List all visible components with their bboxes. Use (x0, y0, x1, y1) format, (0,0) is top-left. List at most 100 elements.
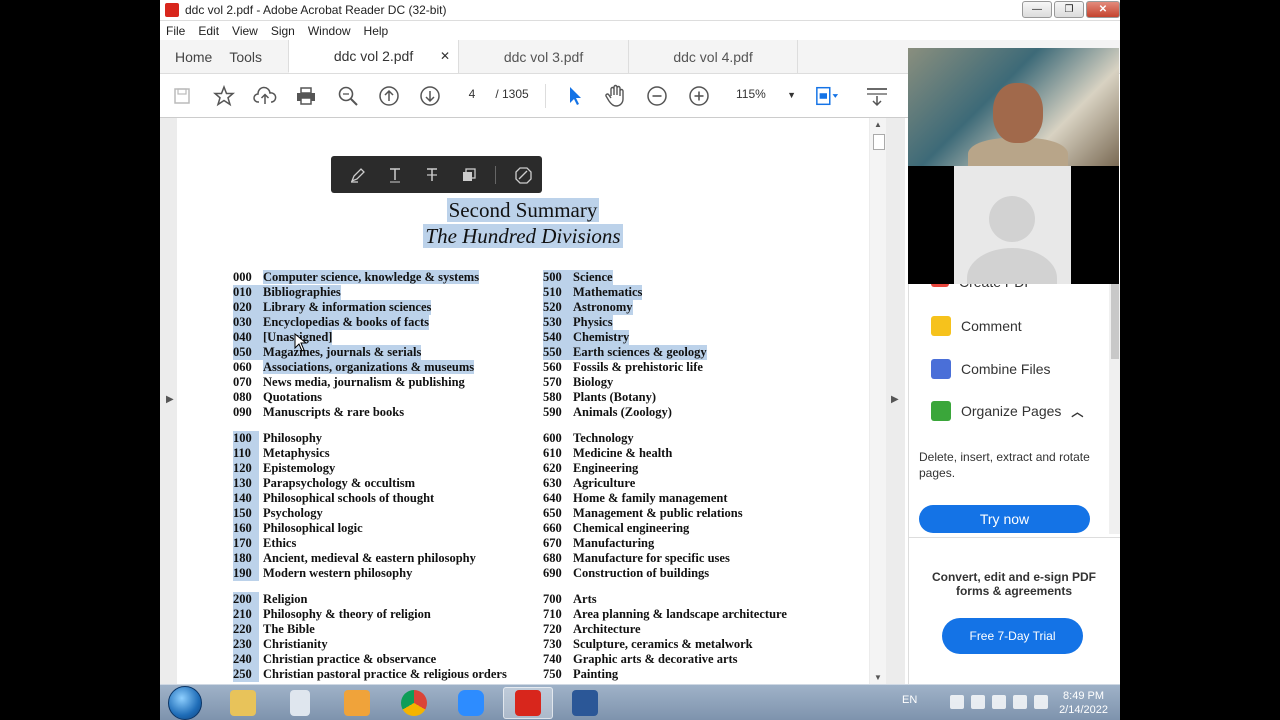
explorer-taskbar-icon[interactable] (218, 687, 268, 719)
scroll-up-icon[interactable]: ▲ (874, 120, 882, 129)
tab-ddc-vol-4[interactable]: ddc vol 4.pdf (628, 40, 799, 73)
entry-label: Ethics (263, 536, 297, 550)
close-tab-icon[interactable]: ✕ (440, 49, 450, 63)
index-entry: 570 Biology (543, 375, 613, 390)
next-page-icon[interactable] (418, 84, 442, 108)
word-taskbar-icon[interactable] (560, 687, 610, 719)
language-indicator[interactable]: EN (902, 694, 917, 706)
menu-edit[interactable]: Edit (198, 24, 219, 38)
hand-tool-icon[interactable] (604, 84, 628, 108)
volume-icon[interactable] (1034, 695, 1048, 709)
index-entry: 050 Magazines, journals & serials (233, 345, 422, 360)
entry-label: Arts (573, 592, 597, 606)
free-trial-button[interactable]: Free 7-Day Trial (942, 618, 1083, 654)
index-entry: 600 Technology (543, 431, 634, 446)
page-indicator: 4 / 1305 (462, 87, 529, 101)
menu-sign[interactable]: Sign (271, 24, 295, 38)
zoom-in-icon[interactable] (687, 84, 711, 108)
chevron-up-icon[interactable]: ︿ (1071, 403, 1083, 420)
tray-icon[interactable] (992, 695, 1006, 709)
bookmark-star-icon[interactable] (212, 84, 236, 108)
right-panel-toggle-icon[interactable]: ▶ (891, 394, 899, 405)
network-icon[interactable] (1013, 695, 1027, 709)
entry-code: 040 (233, 330, 252, 344)
entry-code: 140 (233, 491, 259, 506)
tab-label: ddc vol 2.pdf (333, 48, 414, 64)
strikethrough-text-icon[interactable] (413, 156, 450, 193)
print-icon[interactable] (294, 84, 318, 108)
index-entry: 510 Mathematics (543, 285, 643, 300)
scrollbar-thumb[interactable] (873, 134, 885, 150)
clock[interactable]: 8:49 PM 2/14/2022 (1059, 689, 1108, 717)
acrobat-app-icon (165, 3, 179, 17)
underline-text-icon[interactable] (376, 156, 413, 193)
copy-icon[interactable] (450, 156, 487, 193)
fit-page-icon[interactable] (815, 84, 839, 108)
menu-help[interactable]: Help (364, 24, 389, 38)
index-entry: 080 Quotations (233, 390, 322, 405)
zoom-out-icon[interactable] (645, 84, 669, 108)
chrome-taskbar-icon[interactable] (389, 687, 439, 719)
scroll-down-icon[interactable]: ▼ (874, 673, 882, 682)
entry-code: 720 (543, 622, 562, 636)
entry-code: 560 (543, 360, 562, 374)
entry-label: Associations, organizations & museums (263, 360, 475, 374)
entry-label: Encyclopedias & books of facts (263, 315, 429, 329)
tab-tools[interactable]: Tools (227, 40, 288, 73)
organize-pages-tool[interactable]: Organize Pages ︿ (931, 401, 1083, 421)
document-scrollbar[interactable]: ▲ ▼ (870, 118, 886, 684)
menu-view[interactable]: View (232, 24, 258, 38)
tab-ddc-vol-3[interactable]: ddc vol 3.pdf (458, 40, 628, 73)
scroll-mode-icon[interactable] (865, 84, 889, 108)
menu-file[interactable]: File (166, 24, 185, 38)
entry-code: 010 (233, 285, 252, 299)
acrobat-taskbar-icon[interactable] (503, 687, 553, 719)
previous-page-icon[interactable] (377, 84, 401, 108)
more-tools-icon[interactable] (504, 156, 541, 193)
panel-scrollbar-thumb[interactable] (1111, 284, 1119, 359)
upload-cloud-icon[interactable] (253, 84, 277, 108)
tab-home[interactable]: Home (160, 40, 227, 73)
combine-files-tool[interactable]: Combine Files (931, 359, 1050, 379)
left-panel-toggle-icon[interactable]: ▶ (166, 394, 174, 405)
entry-code: 020 (233, 300, 252, 314)
close-window-button[interactable]: ✕ (1086, 1, 1120, 18)
entry-label: Epistemology (263, 461, 336, 475)
entry-code: 650 (543, 506, 562, 520)
avatar (954, 166, 1071, 284)
entry-label: Manufacture for specific uses (573, 551, 730, 565)
entry-label: Science (573, 270, 613, 284)
calculator-taskbar-icon[interactable] (275, 687, 325, 719)
select-cursor-icon[interactable] (563, 84, 587, 108)
media-player-taskbar-icon[interactable] (332, 687, 382, 719)
tab-ddc-vol-2[interactable]: ddc vol 2.pdf ✕ (288, 40, 459, 73)
clock-date: 2/14/2022 (1059, 704, 1108, 716)
entry-label: Philosophical schools of thought (263, 491, 435, 505)
zoom-dropdown[interactable]: 115% ▼ (736, 87, 796, 101)
start-button[interactable] (168, 686, 202, 720)
save-icon[interactable] (170, 84, 194, 108)
quick-markup-toolbar (331, 156, 542, 193)
minimize-button[interactable]: — (1022, 1, 1052, 18)
panel-scrollbar[interactable] (1109, 284, 1120, 534)
index-entry: 250 Christian pastoral practice & religio… (233, 667, 507, 682)
page-number-input[interactable]: 4 (462, 87, 482, 101)
comment-tool[interactable]: Comment (931, 316, 1022, 336)
zoom-taskbar-icon[interactable] (446, 687, 496, 719)
try-now-button[interactable]: Try now (919, 505, 1090, 533)
video-participant-1 (908, 48, 1119, 166)
entry-code: 610 (543, 446, 562, 460)
tray-icon[interactable] (971, 695, 985, 709)
page-total: / 1305 (495, 87, 529, 101)
index-entry: 100 Philosophy (233, 431, 322, 446)
participant-face (993, 83, 1043, 143)
entry-code: 240 (233, 652, 259, 667)
organize-pages-icon (931, 401, 951, 421)
maximize-button[interactable]: ❐ (1054, 1, 1084, 18)
highlight-pen-icon[interactable] (339, 156, 376, 193)
find-zoom-icon[interactable] (336, 84, 360, 108)
tray-icon[interactable] (950, 695, 964, 709)
index-entry: 190 Modern western philosophy (233, 566, 412, 581)
menu-window[interactable]: Window (308, 24, 351, 38)
entry-label: Manuscripts & rare books (263, 405, 405, 419)
